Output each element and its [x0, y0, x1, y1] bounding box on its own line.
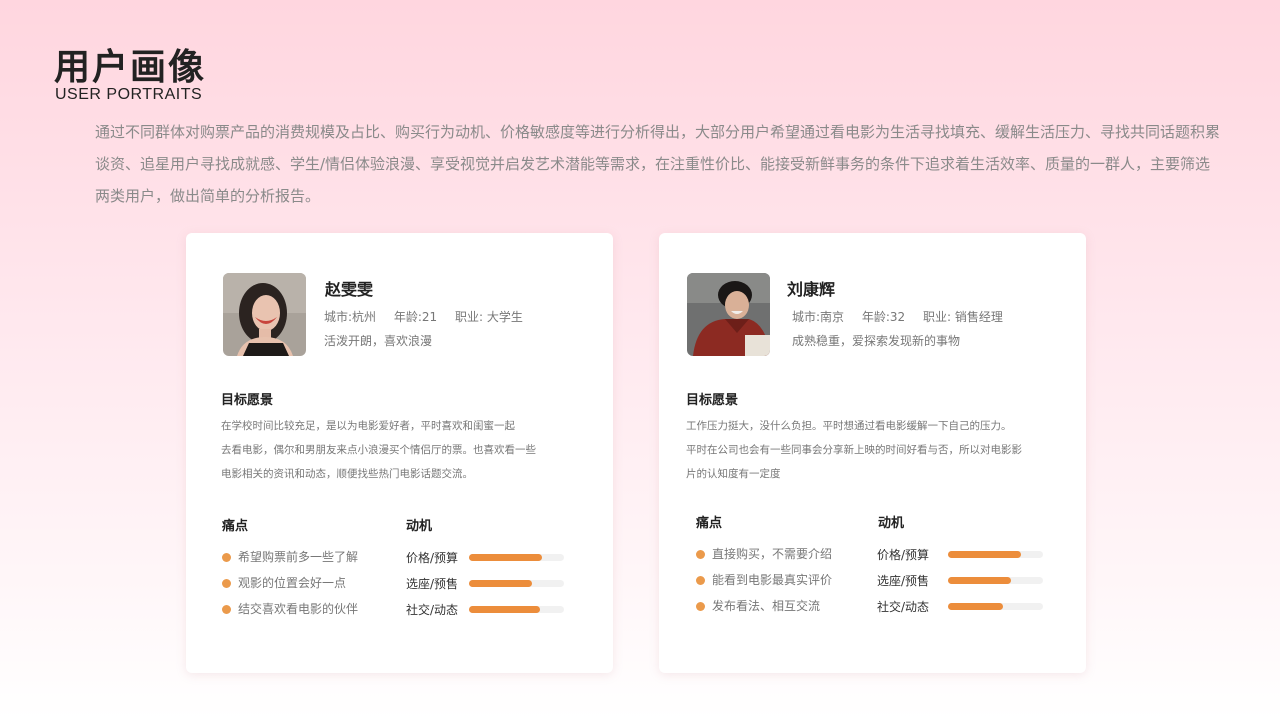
user-city: 城市:杭州 — [324, 310, 377, 324]
motivation-row: 选座/预售 — [406, 570, 564, 596]
goal-line: 工作压力挺大，没什么负担。平时想通过看电影缓解一下自己的压力。 — [686, 420, 1012, 432]
goal-line: 片的认知度有一定度 — [686, 468, 781, 480]
user-age: 年龄:32 — [861, 310, 906, 324]
progress-fill — [948, 576, 1011, 584]
progress-track — [469, 553, 564, 561]
bullet-dot-icon — [696, 601, 705, 611]
pain-point-text: 观影的位置会好一点 — [238, 576, 347, 590]
goal-line: 去看电影，偶尔和男朋友来点小浪漫买个情侣厅的票。也喜欢看一些 — [221, 444, 536, 456]
motivation-title: 动机 — [878, 516, 905, 531]
pain-point-text: 能看到电影最真实评价 — [712, 573, 833, 587]
goal-title: 目标愿景 — [686, 393, 739, 408]
motivation-label: 价格/预算 — [877, 547, 930, 562]
avatar-photo-icon — [223, 273, 306, 356]
motivation-label: 社交/动态 — [406, 602, 459, 617]
motivation-row: 社交/动态 — [406, 596, 564, 622]
intro-paragraph: 通过不同群体对购票产品的消费规模及占比、购买行为动机、价格敏感度等进行分析得出，… — [95, 123, 1221, 205]
avatar — [687, 273, 770, 356]
progress-fill — [469, 579, 532, 587]
list-item: 发布看法、相互交流 — [696, 593, 832, 619]
motivation-label: 选座/预售 — [406, 576, 459, 591]
user-job: 职业: 销售经理 — [923, 310, 1003, 324]
pain-point-text: 结交喜欢看电影的伙伴 — [238, 602, 359, 616]
page-subtitle: USER PORTRAITS — [55, 86, 203, 103]
list-item: 希望购票前多一些了解 — [222, 544, 358, 570]
pain-points-list: 希望购票前多一些了解 观影的位置会好一点 结交喜欢看电影的伙伴 — [222, 544, 358, 622]
progress-track — [469, 605, 564, 613]
page-title: 用户画像 — [54, 47, 207, 88]
list-item: 观影的位置会好一点 — [222, 570, 358, 596]
user-job: 职业: 大学生 — [455, 310, 523, 324]
user-age: 年龄:21 — [393, 310, 438, 324]
motivation-row: 社交/动态 — [877, 593, 1043, 619]
progress-fill — [469, 605, 541, 613]
user-name: 赵雯雯 — [325, 280, 374, 299]
user-tagline: 成熟稳重，爱探索发现新的事物 — [792, 334, 961, 348]
bullet-dot-icon — [222, 604, 231, 614]
motivation-label: 价格/预算 — [406, 550, 459, 565]
avatar-photo-icon — [687, 273, 770, 356]
progress-fill — [948, 602, 1004, 610]
user-name: 刘康辉 — [787, 280, 836, 299]
motivation-list: 价格/预算 选座/预售 社交/动态 — [406, 544, 564, 622]
user-card-liu: 刘康辉 城市:南京 年龄:32 职业: 销售经理 成熟稳重，爱探索发现新的事物 … — [659, 233, 1086, 673]
motivation-label: 选座/预售 — [877, 573, 930, 588]
user-meta: 城市:杭州 年龄:21 职业: 大学生 — [324, 308, 537, 325]
bullet-dot-icon — [696, 549, 705, 559]
user-meta: 城市:南京 年龄:32 职业: 销售经理 — [792, 308, 1017, 325]
goal-line: 在学校时间比较充足，是以为电影爱好者，平时喜欢和闺蜜一起 — [221, 420, 515, 432]
user-tagline: 活泼开朗，喜欢浪漫 — [324, 334, 433, 348]
goal-line: 平时在公司也会有一些同事会分享新上映的时间好看与否，所以对电影影 — [686, 444, 1022, 456]
goal-title: 目标愿景 — [221, 393, 274, 408]
motivation-list: 价格/预算 选座/预售 社交/动态 — [877, 541, 1043, 619]
progress-track — [469, 579, 564, 587]
user-card-zhao: 赵雯雯 城市:杭州 年龄:21 职业: 大学生 活泼开朗，喜欢浪漫 目标愿景 在… — [186, 233, 613, 673]
progress-track — [948, 602, 1043, 610]
motivation-row: 价格/预算 — [877, 541, 1043, 567]
motivation-title: 动机 — [406, 519, 433, 534]
bullet-dot-icon — [696, 575, 705, 585]
list-item: 能看到电影最真实评价 — [696, 567, 832, 593]
motivation-row: 价格/预算 — [406, 544, 564, 570]
pain-points-list: 直接购买，不需要介绍 能看到电影最真实评价 发布看法、相互交流 — [696, 541, 832, 619]
pain-point-text: 直接购买，不需要介绍 — [712, 547, 833, 561]
progress-track — [948, 550, 1043, 558]
bullet-dot-icon — [222, 578, 231, 588]
goal-text: 在学校时间比较充足，是以为电影爱好者，平时喜欢和闺蜜一起 去看电影，偶尔和男朋友… — [221, 414, 581, 486]
bullet-dot-icon — [222, 552, 231, 562]
list-item: 结交喜欢看电影的伙伴 — [222, 596, 358, 622]
progress-fill — [948, 550, 1022, 558]
pain-points-title: 痛点 — [696, 516, 723, 531]
motivation-label: 社交/动态 — [877, 599, 930, 614]
progress-track — [948, 576, 1043, 584]
avatar — [223, 273, 306, 356]
motivation-row: 选座/预售 — [877, 567, 1043, 593]
pain-point-text: 希望购票前多一些了解 — [238, 550, 359, 564]
pain-points-title: 痛点 — [222, 519, 249, 534]
pain-point-text: 发布看法、相互交流 — [712, 599, 821, 613]
list-item: 直接购买，不需要介绍 — [696, 541, 832, 567]
progress-fill — [469, 553, 543, 561]
user-city: 城市:南京 — [792, 310, 845, 324]
goal-text: 工作压力挺大，没什么负担。平时想通过看电影缓解一下自己的压力。 平时在公司也会有… — [686, 414, 1056, 486]
goal-line: 电影相关的资讯和动态，顺便找些热门电影话题交流。 — [221, 468, 473, 480]
